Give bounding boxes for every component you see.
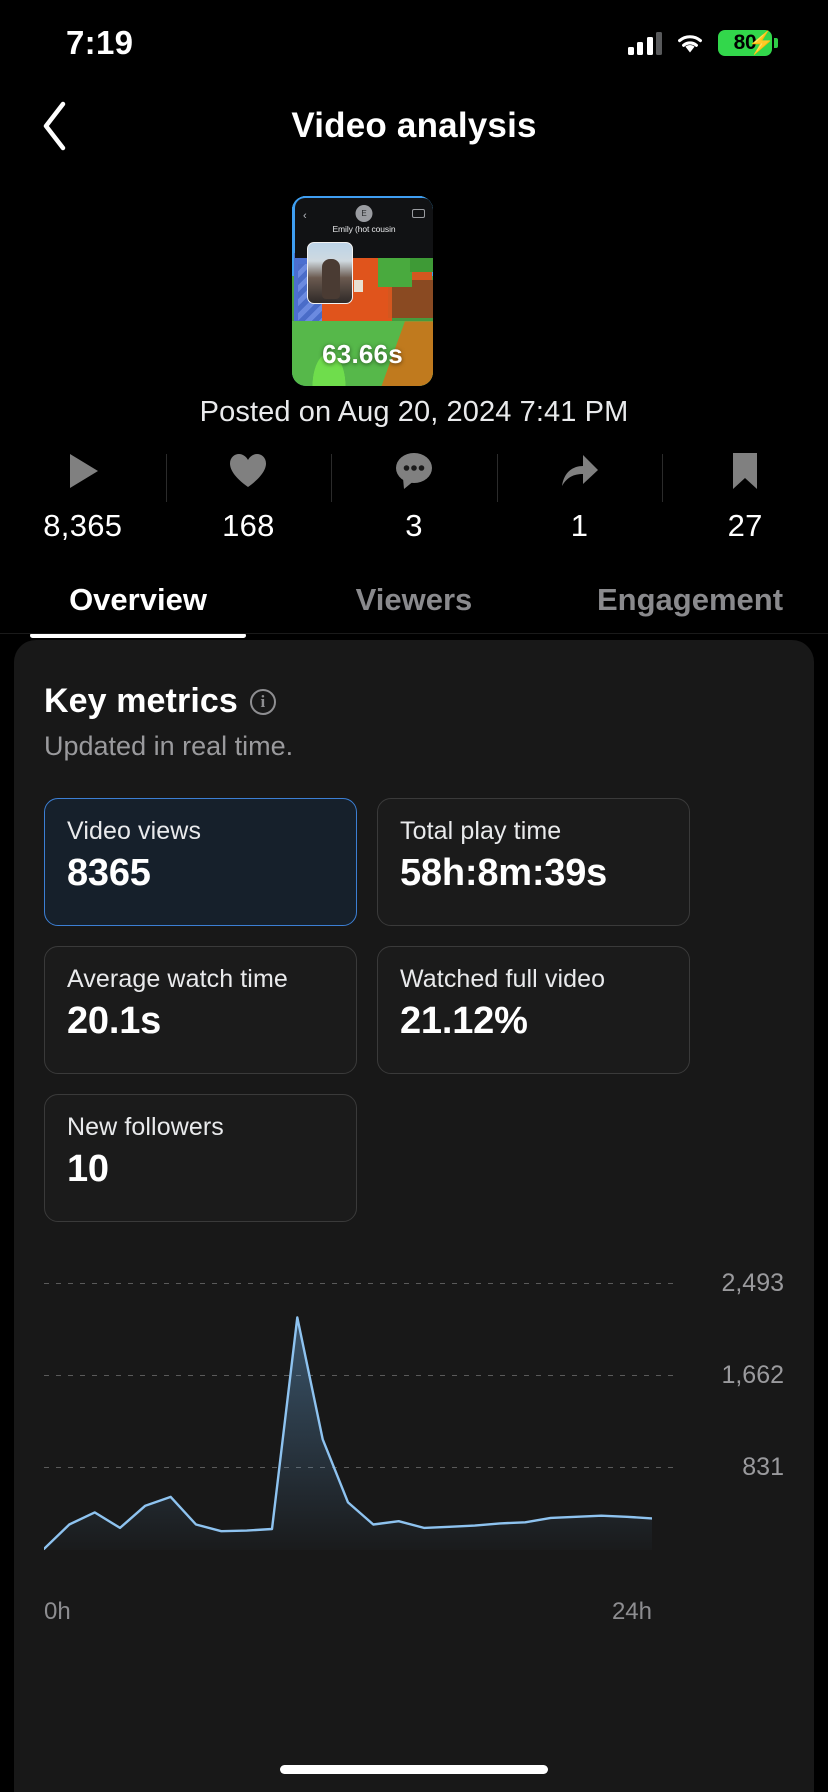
metric-label: Watched full video — [400, 965, 606, 993]
stat-value: 1 — [570, 508, 589, 543]
tab-viewers[interactable]: Viewers — [276, 566, 552, 634]
nav-bar: Video analysis — [0, 92, 828, 160]
metric-value: 21.12% — [400, 1000, 528, 1042]
play-icon — [65, 448, 101, 494]
status-bar: 7:19 80 ⚡ — [0, 0, 828, 86]
key-metrics-header: Key metrics i — [44, 682, 784, 721]
thumbnail-image: ‹ E Emily (hot cousin 63.66s — [292, 196, 433, 386]
engagement-stats-row: 8,365 168 3 1 27 — [0, 448, 828, 548]
metric-value: 10 — [67, 1148, 109, 1190]
metric-label: Video views — [67, 817, 202, 845]
stat-value: 3 — [405, 508, 423, 543]
metric-card-watched-full-video[interactable]: Watched full video 21.12% — [377, 946, 690, 1074]
metric-label: Average watch time — [67, 965, 288, 993]
bookmark-icon — [729, 448, 761, 494]
chevron-left-icon — [43, 101, 66, 151]
key-metrics-subtitle: Updated in real time. — [44, 731, 294, 761]
stat-shares: 1 — [496, 448, 663, 548]
overlay-contact-name: Emily (hot cousin — [332, 224, 396, 234]
overlay-screen-icon — [412, 209, 425, 218]
back-button[interactable] — [26, 97, 84, 155]
views-over-time-chart: 2,493 1,662 831 0h 24h — [44, 1269, 784, 1625]
stat-value: 8,365 — [43, 508, 123, 543]
metric-card-average-watch-time[interactable]: Average watch time 20.1s — [44, 946, 357, 1074]
battery-icon: 80 ⚡ — [718, 30, 778, 56]
chart-x-axis: 0h 24h — [44, 1598, 652, 1626]
video-overlay-ui: ‹ E Emily (hot cousin — [295, 198, 433, 304]
posted-date: Posted on Aug 20, 2024 7:41 PM — [199, 396, 629, 428]
comment-icon — [393, 448, 435, 494]
x-axis-start-label: 0h — [44, 1598, 71, 1625]
gridline-label: 2,493 — [721, 1268, 784, 1297]
metric-card-video-views[interactable]: Video views 8365 — [44, 798, 357, 926]
tab-divider — [0, 633, 828, 634]
heart-icon — [228, 448, 268, 494]
gridline-label: 1,662 — [721, 1360, 784, 1389]
video-duration: 63.66s — [322, 339, 403, 369]
chart-line-plot — [44, 1316, 652, 1551]
page-title: Video analysis — [291, 106, 537, 145]
video-analysis-screen: 7:19 80 ⚡ Video analysis ‹ E Emily (hot … — [0, 0, 828, 1792]
stat-value: 27 — [727, 508, 763, 543]
wifi-icon — [675, 32, 705, 55]
tab-overview[interactable]: Overview — [0, 566, 276, 634]
stat-likes: 168 — [165, 448, 332, 548]
stat-plays: 8,365 — [0, 448, 166, 548]
metric-cards: Video views 8365 Total play time 58h:8m:… — [44, 798, 784, 1222]
overlay-back-icon: ‹ — [303, 210, 307, 222]
charging-bolt-icon: ⚡ — [747, 30, 775, 55]
cellular-signal-icon — [627, 31, 662, 55]
key-metrics-title: Key metrics — [44, 682, 238, 720]
gridline-label: 831 — [742, 1452, 784, 1481]
analytics-tabs: Overview Viewers Engagement — [0, 566, 828, 634]
metric-value: 58h:8m:39s — [400, 852, 608, 894]
info-icon[interactable]: i — [249, 688, 276, 715]
status-icons: 80 ⚡ — [627, 30, 778, 56]
metric-label: New followers — [67, 1113, 224, 1141]
x-axis-end-label: 24h — [611, 1598, 652, 1625]
stat-favorites: 27 — [662, 448, 828, 548]
home-indicator[interactable] — [280, 1765, 548, 1774]
overlay-pip-video — [307, 242, 353, 304]
stat-comments: 3 — [331, 448, 497, 548]
status-time: 7:19 — [66, 24, 134, 61]
overlay-avatar: E — [355, 205, 373, 222]
metric-card-total-play-time[interactable]: Total play time 58h:8m:39s — [377, 798, 690, 926]
metric-card-new-followers[interactable]: New followers 10 — [44, 1094, 357, 1222]
overview-panel: Key metrics i Updated in real time. Vide… — [14, 640, 814, 1792]
metric-value: 20.1s — [67, 1000, 162, 1042]
share-icon — [559, 448, 601, 494]
video-thumbnail[interactable]: ‹ E Emily (hot cousin 63.66s — [292, 196, 433, 386]
tab-engagement[interactable]: Engagement — [552, 566, 828, 634]
stat-value: 168 — [222, 508, 275, 543]
metric-value: 8365 — [67, 852, 151, 894]
metric-label: Total play time — [400, 817, 562, 845]
